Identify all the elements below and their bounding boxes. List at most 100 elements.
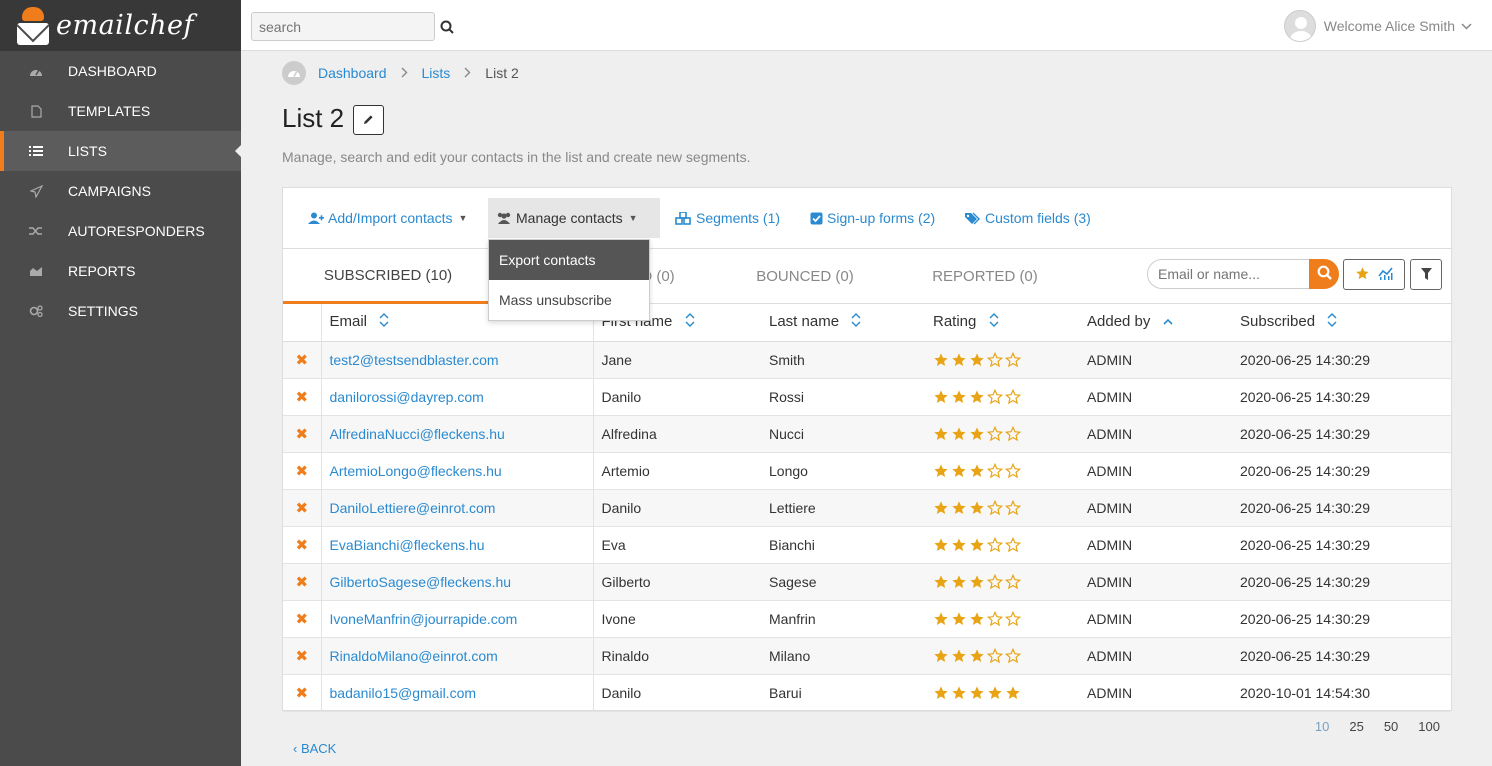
- contact-email-link[interactable]: GilbertoSagese@fleckens.hu: [330, 574, 512, 590]
- rating-stats-button[interactable]: [1343, 259, 1405, 290]
- star-empty-icon[interactable]: [987, 425, 1003, 442]
- page-size-25[interactable]: 25: [1349, 719, 1363, 734]
- table-row[interactable]: ✖ ArtemioLongo@fleckens.hu Artemio Longo…: [283, 452, 1451, 490]
- table-row[interactable]: ✖ badanilo15@gmail.com Danilo Barui ADMI…: [283, 674, 1451, 712]
- contact-search-button[interactable]: [1309, 259, 1339, 289]
- star-empty-icon[interactable]: [987, 462, 1003, 479]
- star-filled-icon[interactable]: [951, 426, 967, 442]
- sort-icon[interactable]: [1327, 312, 1337, 332]
- sidebar-item-settings[interactable]: SETTINGS: [0, 291, 241, 331]
- star-empty-icon[interactable]: [1005, 536, 1021, 553]
- star-filled-icon[interactable]: [969, 500, 985, 516]
- manage-contacts-button[interactable]: Manage contacts ▼: [488, 198, 660, 238]
- sidebar-item-lists[interactable]: LISTS: [0, 131, 241, 171]
- search-icon[interactable]: [440, 20, 454, 34]
- header-rating[interactable]: Rating: [925, 304, 1079, 342]
- table-row[interactable]: ✖ test2@testsendblaster.com Jane Smith A…: [283, 341, 1451, 379]
- star-rating[interactable]: [933, 685, 1079, 701]
- tab-subscribed[interactable]: SUBSCRIBED (10): [283, 249, 493, 304]
- remove-contact-icon[interactable]: ✖: [295, 685, 308, 702]
- star-filled-icon[interactable]: [951, 463, 967, 479]
- tab-bounced[interactable]: BOUNCED (0): [735, 249, 875, 304]
- contact-email-link[interactable]: danilorossi@dayrep.com: [330, 389, 484, 405]
- export-contacts-item[interactable]: Export contacts: [489, 240, 649, 280]
- user-menu[interactable]: Welcome Alice Smith: [1283, 10, 1472, 42]
- add-import-contacts-button[interactable]: Add/Import contacts ▼: [300, 198, 475, 238]
- star-rating[interactable]: [933, 388, 1079, 405]
- remove-contact-icon[interactable]: ✖: [295, 389, 308, 406]
- sort-asc-icon[interactable]: [1162, 314, 1173, 331]
- star-empty-icon[interactable]: [1005, 499, 1021, 516]
- star-filled-icon[interactable]: [933, 500, 949, 516]
- sort-icon[interactable]: [379, 312, 389, 332]
- mass-unsubscribe-item[interactable]: Mass unsubscribe: [489, 280, 649, 320]
- contact-email-link[interactable]: ArtemioLongo@fleckens.hu: [330, 463, 502, 479]
- star-filled-icon[interactable]: [933, 389, 949, 405]
- star-empty-icon[interactable]: [987, 610, 1003, 627]
- star-filled-icon[interactable]: [969, 426, 985, 442]
- star-filled-icon[interactable]: [933, 426, 949, 442]
- star-rating[interactable]: [933, 499, 1079, 516]
- star-filled-icon[interactable]: [987, 685, 1003, 701]
- star-filled-icon[interactable]: [951, 500, 967, 516]
- star-empty-icon[interactable]: [1005, 351, 1021, 368]
- contact-email-link[interactable]: badanilo15@gmail.com: [330, 685, 477, 701]
- star-rating[interactable]: [933, 462, 1079, 479]
- table-row[interactable]: ✖ DaniloLettiere@einrot.com Danilo Letti…: [283, 489, 1451, 527]
- star-filled-icon[interactable]: [933, 648, 949, 664]
- page-size-10[interactable]: 10: [1315, 719, 1329, 734]
- filter-button[interactable]: [1410, 259, 1442, 290]
- star-filled-icon[interactable]: [969, 685, 985, 701]
- sort-icon[interactable]: [989, 312, 999, 332]
- star-rating[interactable]: [933, 425, 1079, 442]
- star-filled-icon[interactable]: [951, 537, 967, 553]
- star-filled-icon[interactable]: [969, 463, 985, 479]
- star-filled-icon[interactable]: [933, 352, 949, 368]
- star-filled-icon[interactable]: [933, 537, 949, 553]
- star-filled-icon[interactable]: [969, 389, 985, 405]
- contact-search-input[interactable]: [1148, 266, 1309, 282]
- custom-fields-link[interactable]: Custom fields (3): [957, 198, 1099, 238]
- star-rating[interactable]: [933, 647, 1079, 664]
- table-row[interactable]: ✖ AlfredinaNucci@fleckens.hu Alfredina N…: [283, 415, 1451, 453]
- table-row[interactable]: ✖ danilorossi@dayrep.com Danilo Rossi AD…: [283, 378, 1451, 416]
- breadcrumb-lists[interactable]: Lists: [422, 65, 451, 81]
- star-rating[interactable]: [933, 610, 1079, 627]
- star-empty-icon[interactable]: [987, 388, 1003, 405]
- star-empty-icon[interactable]: [1005, 573, 1021, 590]
- sidebar-item-autoresponders[interactable]: AUTORESPONDERS: [0, 211, 241, 251]
- segments-link[interactable]: Segments (1): [667, 198, 788, 238]
- logo[interactable]: emailchef: [0, 0, 241, 51]
- star-filled-icon[interactable]: [933, 574, 949, 590]
- header-added-by[interactable]: Added by: [1079, 304, 1232, 342]
- star-filled-icon[interactable]: [969, 352, 985, 368]
- star-empty-icon[interactable]: [987, 647, 1003, 664]
- breadcrumb-dashboard[interactable]: Dashboard: [318, 65, 387, 81]
- star-empty-icon[interactable]: [1005, 462, 1021, 479]
- star-rating[interactable]: [933, 351, 1079, 368]
- table-row[interactable]: ✖ IvoneManfrin@jourrapide.com Ivone Manf…: [283, 600, 1451, 638]
- star-filled-icon[interactable]: [1005, 685, 1021, 701]
- back-link[interactable]: ‹ BACK: [293, 741, 336, 756]
- star-empty-icon[interactable]: [1005, 647, 1021, 664]
- contact-email-link[interactable]: DaniloLettiere@einrot.com: [330, 500, 496, 516]
- star-empty-icon[interactable]: [987, 499, 1003, 516]
- star-rating[interactable]: [933, 573, 1079, 590]
- star-empty-icon[interactable]: [1005, 610, 1021, 627]
- star-empty-icon[interactable]: [1005, 388, 1021, 405]
- remove-contact-icon[interactable]: ✖: [295, 426, 308, 443]
- header-last-name[interactable]: Last name: [761, 304, 925, 342]
- header-subscribed[interactable]: Subscribed: [1232, 304, 1451, 342]
- star-filled-icon[interactable]: [951, 611, 967, 627]
- page-size-100[interactable]: 100: [1418, 719, 1440, 734]
- page-size-50[interactable]: 50: [1384, 719, 1398, 734]
- star-filled-icon[interactable]: [951, 648, 967, 664]
- star-filled-icon[interactable]: [951, 389, 967, 405]
- contact-email-link[interactable]: AlfredinaNucci@fleckens.hu: [330, 426, 505, 442]
- contact-email-link[interactable]: EvaBianchi@fleckens.hu: [330, 537, 485, 553]
- remove-contact-icon[interactable]: ✖: [295, 500, 308, 517]
- sidebar-item-dashboard[interactable]: DASHBOARD: [0, 51, 241, 91]
- sidebar-item-campaigns[interactable]: CAMPAIGNS: [0, 171, 241, 211]
- edit-title-button[interactable]: [353, 105, 384, 135]
- search-input[interactable]: [252, 13, 440, 40]
